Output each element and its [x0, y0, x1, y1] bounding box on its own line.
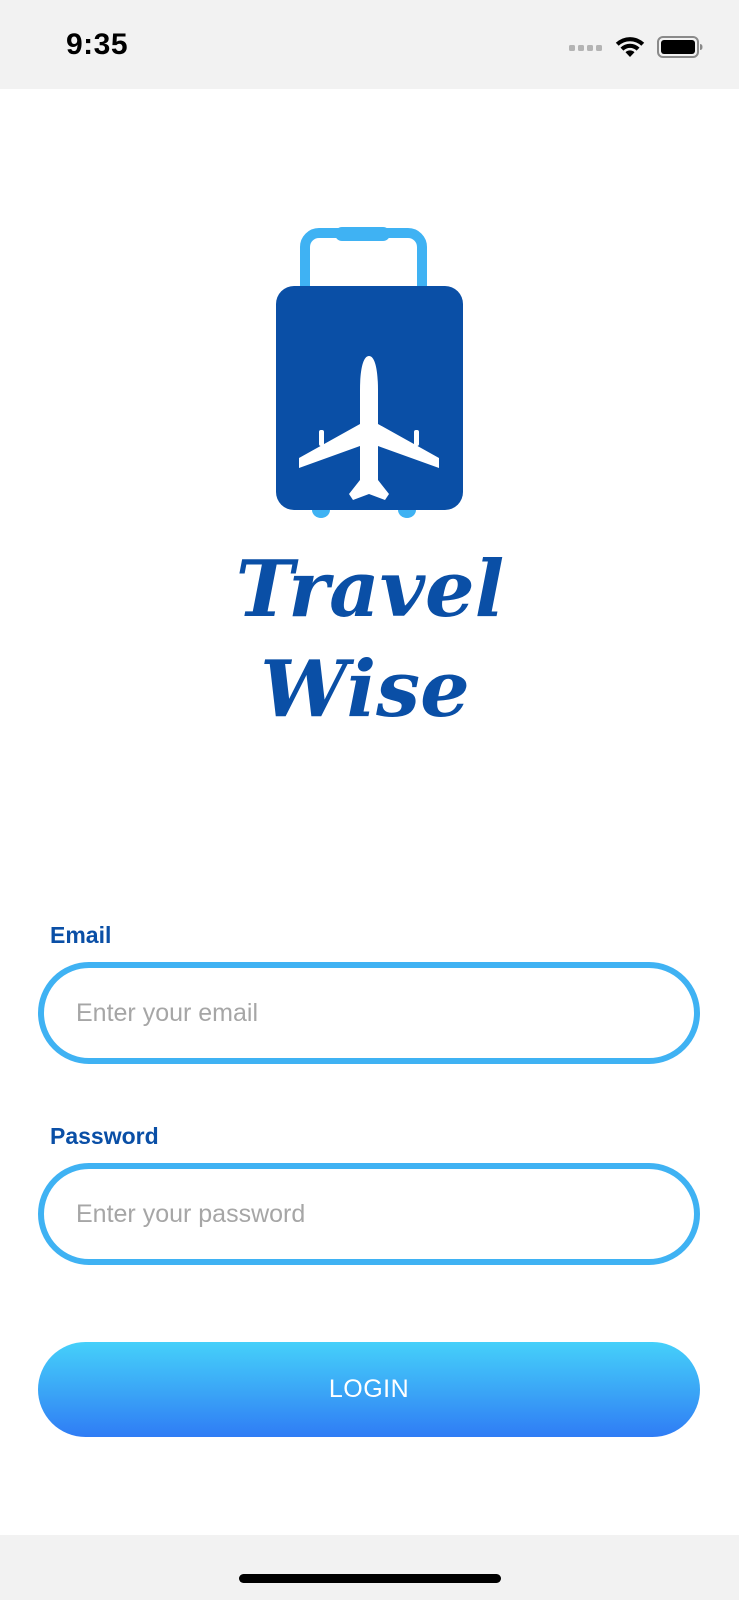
travel-wise-logo: Travel Wise: [236, 227, 505, 735]
password-input[interactable]: [74, 1198, 678, 1230]
battery-icon: [657, 36, 703, 58]
cellular-signal-icon: [569, 45, 602, 51]
email-label: Email: [50, 922, 112, 948]
login-button-label: LOGIN: [328, 1375, 410, 1403]
email-input[interactable]: [74, 997, 678, 1029]
password-label: Password: [50, 1123, 159, 1149]
wifi-icon: [615, 37, 645, 57]
password-field[interactable]: [38, 1163, 700, 1265]
logo-line-1: Travel: [236, 544, 505, 635]
login-button[interactable]: LOGIN: [38, 1342, 700, 1437]
email-field[interactable]: [38, 962, 700, 1064]
bottom-bar: [0, 1535, 739, 1600]
status-bar: 9:35: [0, 0, 739, 89]
status-time: 9:35: [66, 28, 129, 61]
logo-line-2: Wise: [260, 644, 469, 735]
home-indicator[interactable]: [239, 1574, 501, 1583]
suitcase-airplane-icon: [276, 227, 463, 518]
status-icons: [569, 33, 703, 61]
